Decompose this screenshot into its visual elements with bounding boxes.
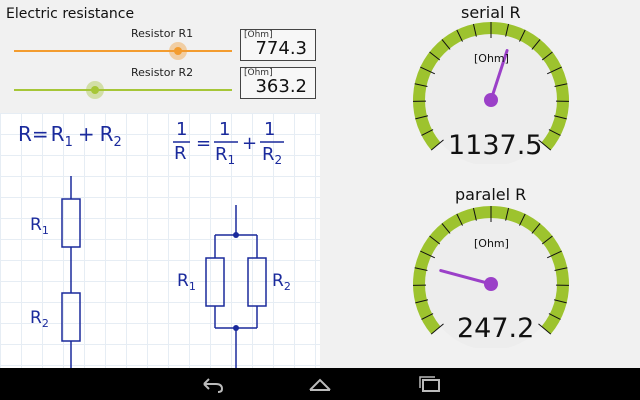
- parallel-gauge-value: 247.2: [457, 313, 535, 344]
- svg-text:1: 1: [176, 119, 187, 140]
- parallel-circuit: [205, 205, 267, 368]
- slider-r2-track[interactable]: [14, 89, 232, 91]
- serial-gauge-value: 1137.5: [448, 130, 543, 161]
- r2-value: 363.2: [255, 76, 307, 97]
- slider-r1-label: Resistor R1: [131, 27, 194, 40]
- r1-value-box[interactable]: [Ohm] 774.3: [240, 29, 316, 61]
- svg-text:=: =: [196, 133, 211, 154]
- r1-value: 774.3: [255, 38, 307, 59]
- series-formula: R= R1 + R2: [18, 122, 122, 150]
- series-r2-label: R2: [30, 308, 49, 330]
- app-title: Electric resistance: [6, 6, 135, 22]
- home-icon[interactable]: [306, 374, 334, 394]
- slider-r2-thumb[interactable]: [85, 81, 104, 99]
- r2-value-box[interactable]: [Ohm] 363.2: [240, 67, 316, 99]
- gauge-hub: [484, 277, 498, 291]
- svg-text:1: 1: [264, 119, 275, 140]
- slider-r1-thumb[interactable]: [168, 42, 187, 60]
- parallel-gauge-unit: [Ohm]: [474, 237, 509, 250]
- parallel-r2-label: R2: [272, 271, 291, 293]
- serial-gauge-unit: [Ohm]: [474, 52, 509, 65]
- back-icon[interactable]: [198, 374, 226, 394]
- circuit-board: R= R1 + R2 1 R = 1 R1 + 1 R2 R1 R2 R1 R2: [0, 113, 320, 368]
- svg-text:+: +: [242, 133, 257, 154]
- gauge-hub: [484, 93, 498, 107]
- svg-text:R1: R1: [215, 144, 235, 167]
- svg-text:R2: R2: [262, 144, 282, 167]
- series-r1-label: R1: [30, 215, 49, 237]
- recent-apps-icon[interactable]: [416, 374, 444, 394]
- series-circuit: [61, 176, 81, 368]
- parallel-r1-label: R1: [177, 271, 196, 293]
- svg-text:R: R: [174, 143, 187, 164]
- slider-r1-track[interactable]: [14, 50, 232, 52]
- slider-r2-label: Resistor R2: [131, 66, 194, 79]
- navigation-bar: [0, 368, 640, 400]
- svg-text:1: 1: [219, 119, 230, 140]
- parallel-formula: 1 R = 1 R1 + 1 R2: [173, 119, 284, 167]
- parallel-gauge-title: paralel R: [455, 185, 527, 204]
